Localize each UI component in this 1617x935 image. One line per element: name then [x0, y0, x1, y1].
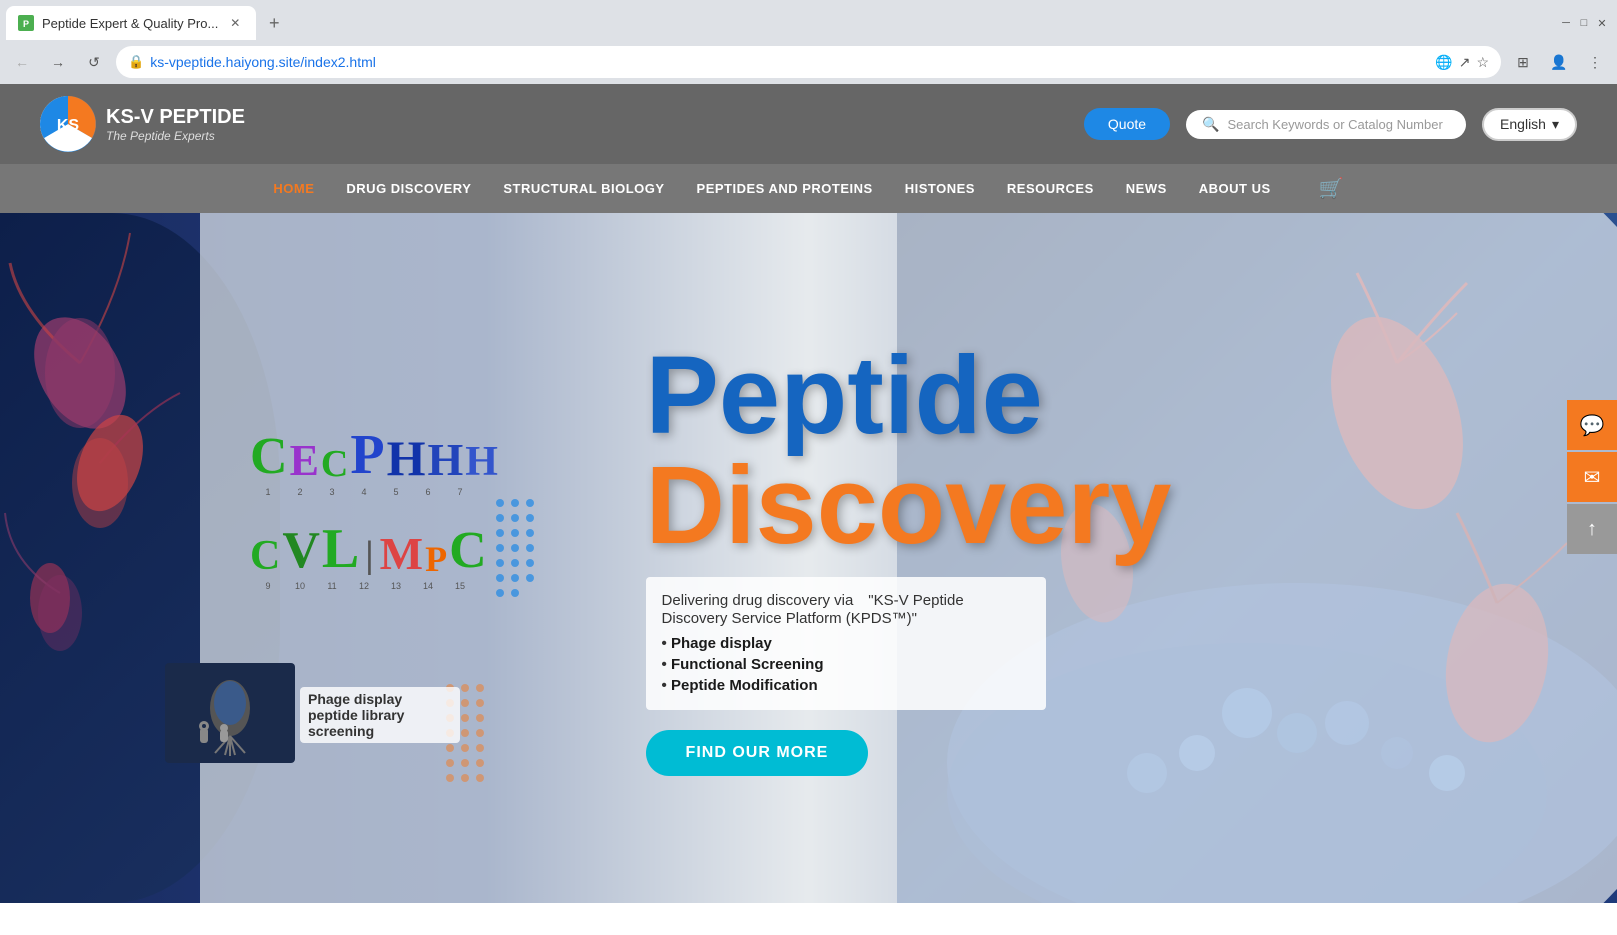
search-bar[interactable]: 🔍 Search Keywords or Catalog Number — [1186, 110, 1466, 139]
nav-item-about-us[interactable]: ABOUT US — [1199, 181, 1271, 196]
company-name: KS-V PEPTIDE — [106, 106, 245, 129]
header-right: Quote 🔍 Search Keywords or Catalog Numbe… — [1084, 108, 1577, 141]
window-controls: ─ □ ✕ — [1559, 16, 1617, 30]
back-button[interactable]: ← — [8, 48, 36, 76]
hero-section: C E C P H H H 1 2 3 4 5 6 7 C V L — [0, 213, 1617, 903]
lock-icon: 🔒 — [128, 54, 144, 70]
nav-item-news[interactable]: NEWS — [1126, 181, 1167, 196]
float-contact: 💬 ✉ ↑ — [1567, 400, 1617, 554]
language-selector[interactable]: English ▾ — [1482, 108, 1577, 141]
cart-icon[interactable]: 🛒 — [1319, 176, 1344, 201]
find-more-button[interactable]: FIND OUR MORE — [646, 730, 869, 776]
nav-item-structural-biology[interactable]: STRUCTURAL BIOLOGY — [503, 181, 664, 196]
address-bar[interactable]: 🔒 ks-vpeptide.haiyong.site/index2.html 🌐… — [116, 46, 1501, 78]
hero-description-text: Delivering drug discovery via "KS-V Pept… — [662, 589, 1030, 627]
tab-favicon: P — [18, 15, 34, 31]
svg-text:KS: KS — [57, 117, 80, 134]
tab-title: Peptide Expert & Quality Pro... — [42, 16, 218, 31]
browser-chrome: P Peptide Expert & Quality Pro... ✕ + ─ … — [0, 0, 1617, 84]
hero-bullets: Phage display Functional Screening Pepti… — [662, 635, 1030, 694]
tab-bar: P Peptide Expert & Quality Pro... ✕ + ─ … — [0, 0, 1617, 40]
address-bar-icons: 🌐 ↗ ☆ — [1435, 54, 1489, 71]
chevron-down-icon: ▾ — [1552, 116, 1559, 133]
forward-button[interactable]: → — [44, 48, 72, 76]
main-nav: HOME DRUG DISCOVERY STRUCTURAL BIOLOGY P… — [0, 164, 1617, 213]
nav-item-resources[interactable]: RESOURCES — [1007, 181, 1094, 196]
hero-title-discovery: Discovery — [646, 451, 1172, 561]
quote-button[interactable]: Quote — [1084, 108, 1170, 140]
search-icon: 🔍 — [1202, 116, 1219, 133]
email-button[interactable]: ✉ — [1567, 452, 1617, 502]
hero-description: Delivering drug discovery via "KS-V Pept… — [646, 577, 1046, 710]
bullet-phage: Phage display — [662, 635, 1030, 652]
nav-item-histones[interactable]: HISTONES — [905, 181, 975, 196]
scroll-top-button[interactable]: ↑ — [1567, 504, 1617, 554]
hero-content: Peptide Discovery Delivering drug discov… — [586, 341, 1232, 776]
search-placeholder: Search Keywords or Catalog Number — [1227, 117, 1442, 132]
share-icon[interactable]: ↗ — [1459, 54, 1471, 71]
menu-button[interactable]: ⋮ — [1581, 48, 1609, 76]
email-icon: ✉ — [1584, 465, 1601, 490]
bookmark-icon[interactable]: ☆ — [1476, 54, 1489, 71]
arrow-up-icon: ↑ — [1587, 518, 1597, 541]
new-tab-button[interactable]: + — [260, 9, 288, 37]
translate-icon[interactable]: 🌐 — [1435, 54, 1452, 71]
bullet-screening: Functional Screening — [662, 656, 1030, 673]
logo-text: KS-V PEPTIDE The Peptide Experts — [106, 106, 245, 143]
dot-pattern-top — [490, 493, 590, 618]
phage-thumbnail — [165, 663, 295, 763]
nav-item-peptides-proteins[interactable]: PEPTIDES AND PROTEINS — [697, 181, 873, 196]
site-header: KS KS-V PEPTIDE The Peptide Experts Quot… — [0, 84, 1617, 164]
sequence-logo: C E C P H H H 1 2 3 4 5 6 7 C V L — [250, 413, 498, 591]
bullet-modification: Peptide Modification — [662, 677, 1030, 694]
phage-label: Phage display peptide library screening — [300, 687, 460, 743]
hero-title-peptide: Peptide — [646, 341, 1043, 451]
lang-label: English — [1500, 116, 1546, 132]
close-window-button[interactable]: ✕ — [1595, 16, 1609, 30]
active-tab[interactable]: P Peptide Expert & Quality Pro... ✕ — [6, 6, 256, 40]
nav-item-home[interactable]: HOME — [273, 181, 314, 196]
minimize-button[interactable]: ─ — [1559, 16, 1573, 30]
tab-close-button[interactable]: ✕ — [226, 14, 244, 32]
svg-text:P: P — [23, 19, 29, 29]
maximize-button[interactable]: □ — [1577, 16, 1591, 30]
url-text: ks-vpeptide.haiyong.site/index2.html — [150, 54, 376, 70]
nav-item-drug-discovery[interactable]: DRUG DISCOVERY — [346, 181, 471, 196]
address-bar-row: ← → ↺ 🔒 ks-vpeptide.haiyong.site/index2.… — [0, 40, 1617, 84]
tagline: The Peptide Experts — [106, 129, 245, 143]
extensions-button[interactable]: ⊞ — [1509, 48, 1537, 76]
profile-button[interactable]: 👤 — [1545, 48, 1573, 76]
whatsapp-icon: 💬 — [1580, 413, 1605, 438]
logo-icon: KS — [40, 96, 96, 152]
logo-area: KS KS-V PEPTIDE The Peptide Experts — [40, 96, 245, 152]
website: KS KS-V PEPTIDE The Peptide Experts Quot… — [0, 84, 1617, 903]
whatsapp-button[interactable]: 💬 — [1567, 400, 1617, 450]
reload-button[interactable]: ↺ — [80, 48, 108, 76]
